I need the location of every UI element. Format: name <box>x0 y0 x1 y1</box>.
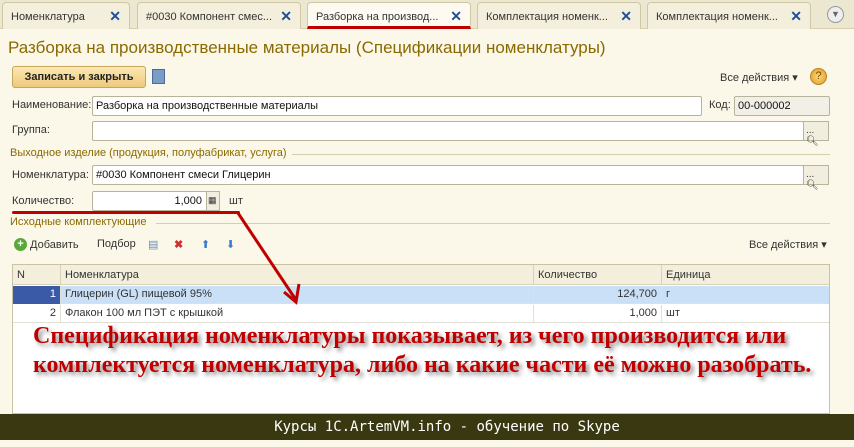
course-banner: Курсы 1C.ArtemVM.info - обучение по Skyp… <box>0 414 854 440</box>
annotation-text: Спецификация номенклатуры показывает, из… <box>33 323 812 378</box>
